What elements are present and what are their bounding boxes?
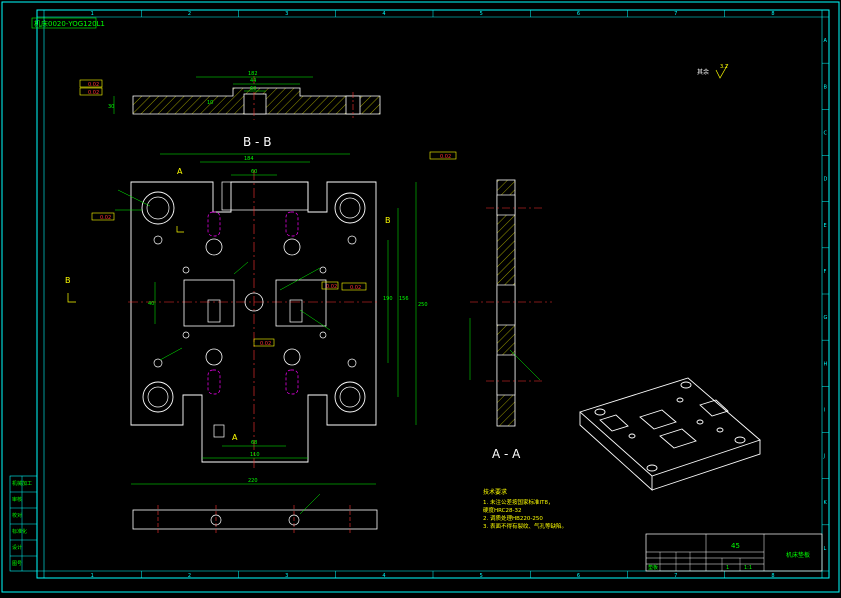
tol-top2: 0.02 (88, 90, 99, 96)
column-label: 5 (480, 573, 483, 579)
row-label: H (824, 361, 828, 367)
left-table-row-6: 图号 (12, 561, 22, 567)
row-label: F (824, 269, 827, 275)
title-part-name: 垫板 (648, 564, 658, 571)
row-label: K (824, 500, 828, 506)
row-label: B (824, 84, 828, 90)
side-section-view: A - A (469, 179, 552, 461)
drawing-sheet: 12345678 12345678 ABCDEFGHIJKL 机床0020-YO… (0, 0, 841, 594)
dim-height-inner2: 156 (399, 296, 409, 302)
section-bb-label: B - B (243, 135, 271, 149)
section-aa-label: A - A (492, 447, 521, 461)
column-label: 5 (480, 11, 483, 17)
row-label: I (824, 407, 825, 413)
dim-inner-width: 184 (244, 156, 254, 162)
dim-top-width: 182 (248, 71, 258, 77)
tol-mid-bottom: 0.02 (260, 341, 271, 347)
dim-overall-width: 220 (248, 478, 258, 484)
bottom-edge-view (132, 493, 378, 534)
title-tag: 机床0020-YOG120L1 (31, 17, 105, 29)
column-label: 1 (91, 11, 94, 17)
mark-a-bottom: A (232, 433, 238, 442)
roughness-symbol: 其余 3.2 (697, 63, 729, 79)
top-section-view: 182 44 60 30 10 0.02 0.02 (79, 71, 381, 120)
tol-center2: 0.02 (326, 284, 337, 290)
row-labels-right: A B C D E F G H I J K L (822, 38, 829, 552)
column-label: 3 (285, 573, 288, 579)
column-label: 2 (188, 573, 191, 579)
cad-drawing: 12345678 12345678 ABCDEFGHIJKL 机床0020-YO… (1, 1, 840, 593)
column-label: 8 (771, 573, 774, 579)
tol-top1: 0.02 (88, 82, 99, 88)
row-label: J (823, 454, 825, 460)
dim-bottom-inner: 110 (250, 452, 260, 458)
tol-right-top: 0.02 (440, 154, 451, 160)
sheet-frame (1, 1, 840, 593)
note-item-1: 1. 未注公差按国家标准IT8， (483, 498, 553, 506)
column-label: 8 (771, 11, 774, 17)
dim-height-main: 250 (418, 302, 428, 308)
column-label: 6 (577, 573, 580, 579)
row-label: L (824, 546, 827, 552)
tol-left-mid: 0.02 (100, 215, 111, 221)
main-plan-view: 220 184 60 110 68 250 156 190 40 0.02 0.… (65, 151, 457, 485)
column-label: 3 (285, 11, 288, 17)
dim-slot-width: 60 (251, 169, 257, 175)
column-label: 1 (91, 573, 94, 579)
column-label: 7 (674, 573, 677, 579)
title-material: 45 (731, 542, 740, 550)
left-table-row-1: 机械加工 (12, 480, 32, 487)
row-label: E (824, 223, 827, 229)
column-label: 7 (674, 11, 677, 17)
dim-top-inner: 60 (250, 86, 256, 92)
note-item-2: 硬度HRC28-32 (483, 506, 522, 514)
dim-side: 40 (148, 301, 154, 307)
dim-top-h2: 10 (207, 100, 213, 106)
dim-top-h1: 30 (108, 104, 114, 110)
title-sheet: 1 (726, 565, 729, 571)
title-tag-text: 机床0020-YOG120L1 (34, 19, 105, 28)
dim-bottom-slot: 68 (251, 440, 257, 446)
left-table-row-2: 审核 (12, 496, 22, 503)
note-item-3: 2. 调质处理HB220-250 (483, 514, 543, 522)
roughness-value: 3.2 (720, 64, 728, 70)
mark-a-top: A (177, 167, 183, 176)
note-item-4: 3. 表面不得有裂纹、气孔等缺陷。 (483, 522, 567, 530)
row-label: G (824, 315, 828, 321)
row-label: D (824, 177, 828, 183)
title-block: 45 机床垫板 垫板 1:1 1 (645, 533, 823, 572)
row-label: C (824, 130, 828, 136)
row-label: A (824, 38, 828, 44)
dim-height-inner: 190 (383, 296, 393, 302)
mark-b-left: B (65, 276, 71, 285)
column-label: 4 (382, 11, 385, 17)
dim-top-mid: 44 (250, 78, 256, 84)
column-label: 2 (188, 11, 191, 17)
mark-b-right: B (385, 216, 391, 225)
column-label: 6 (577, 11, 580, 17)
title-drawing-no: 机床垫板 (786, 551, 810, 559)
left-table-row-4: 标准化 (12, 528, 27, 535)
isometric-view (579, 377, 761, 492)
notes-title: 技术要求 (483, 488, 507, 496)
left-table-row-5: 设计 (12, 544, 22, 551)
tol-center: 0.02 (350, 285, 361, 291)
left-revision-table: 机械加工 审核 校对 标准化 设计 图号 (9, 475, 38, 572)
roughness-label: 其余 (697, 68, 709, 76)
left-table-row-3: 校对 (12, 512, 22, 519)
technical-notes: 技术要求 1. 未注公差按国家标准IT8， 硬度HRC28-32 2. 调质处理… (483, 488, 567, 530)
column-labels-top: 1 2 3 4 5 6 7 8 (91, 10, 775, 17)
column-label: 4 (382, 573, 385, 579)
title-scale: 1:1 (744, 565, 752, 571)
